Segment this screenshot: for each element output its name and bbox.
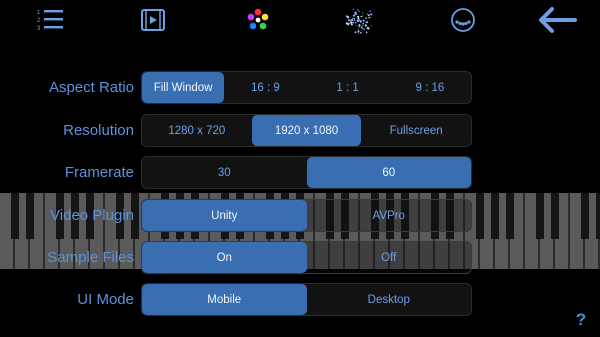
resolution-option-1280x720[interactable]: 1280 x 720 bbox=[142, 115, 252, 146]
back-arrow-icon[interactable] bbox=[536, 3, 580, 37]
aspect-ratio-label: Aspect Ratio bbox=[48, 79, 134, 96]
ui-mode-selector: Mobile Desktop bbox=[141, 283, 472, 316]
color-palette-icon[interactable] bbox=[241, 3, 275, 37]
list-numbered-icon[interactable]: 1 2 3 bbox=[33, 3, 67, 37]
row-ui-mode: UI Mode Mobile Desktop bbox=[0, 283, 600, 317]
ui-mode-option-desktop[interactable]: Desktop bbox=[307, 284, 472, 315]
resolution-label: Resolution bbox=[63, 122, 134, 139]
video-plugin-label: Video Plugin bbox=[50, 207, 134, 224]
framerate-option-60[interactable]: 60 bbox=[306, 157, 471, 188]
resolution-option-1920x1080[interactable]: 1920 x 1080 bbox=[251, 115, 362, 146]
framerate-option-30[interactable]: 30 bbox=[142, 157, 307, 188]
sample-files-option-on[interactable]: On bbox=[142, 242, 307, 273]
sample-files-label: Sample Files bbox=[47, 249, 134, 266]
video-plugin-selector: Unity AVPro bbox=[141, 199, 472, 232]
list-digit: 3 bbox=[37, 26, 41, 32]
video-icon[interactable] bbox=[136, 3, 170, 37]
row-sample-files: Sample Files On Off bbox=[0, 241, 600, 275]
video-plugin-option-avpro[interactable]: AVPro bbox=[307, 200, 472, 231]
dots-circle-icon[interactable] bbox=[446, 3, 480, 37]
video-plugin-option-unity[interactable]: Unity bbox=[142, 200, 307, 231]
row-framerate: Framerate 30 60 bbox=[0, 156, 600, 190]
aspect-ratio-option-9-16[interactable]: 9 : 16 bbox=[389, 72, 471, 103]
row-resolution: Resolution 1280 x 720 1920 x 1080 Fullsc… bbox=[0, 114, 600, 148]
help-button[interactable]: ? bbox=[569, 308, 593, 332]
resolution-selector: 1280 x 720 1920 x 1080 Fullscreen bbox=[141, 114, 472, 147]
sample-files-selector: On Off bbox=[141, 241, 472, 274]
aspect-ratio-option-1-1[interactable]: 1 : 1 bbox=[307, 72, 389, 103]
list-digit: 2 bbox=[37, 18, 41, 24]
framerate-selector: 30 60 bbox=[141, 156, 472, 189]
toolbar: 1 2 3 bbox=[0, 0, 600, 40]
framerate-label: Framerate bbox=[64, 164, 134, 181]
sample-files-option-off[interactable]: Off bbox=[307, 242, 472, 273]
resolution-option-fullscreen[interactable]: Fullscreen bbox=[361, 115, 471, 146]
list-digit: 1 bbox=[37, 10, 41, 16]
row-video-plugin: Video Plugin Unity AVPro bbox=[0, 199, 600, 233]
row-aspect-ratio: Aspect Ratio Fill Window 16 : 9 1 : 1 9 … bbox=[0, 71, 600, 105]
aspect-ratio-selector: Fill Window 16 : 9 1 : 1 9 : 16 bbox=[141, 71, 472, 104]
aspect-ratio-option-16-9[interactable]: 16 : 9 bbox=[224, 72, 306, 103]
ui-mode-option-mobile[interactable]: Mobile bbox=[142, 284, 307, 315]
particles-icon[interactable] bbox=[343, 3, 377, 37]
aspect-ratio-option-fill-window[interactable]: Fill Window bbox=[142, 72, 225, 103]
ui-mode-label: UI Mode bbox=[77, 291, 134, 308]
